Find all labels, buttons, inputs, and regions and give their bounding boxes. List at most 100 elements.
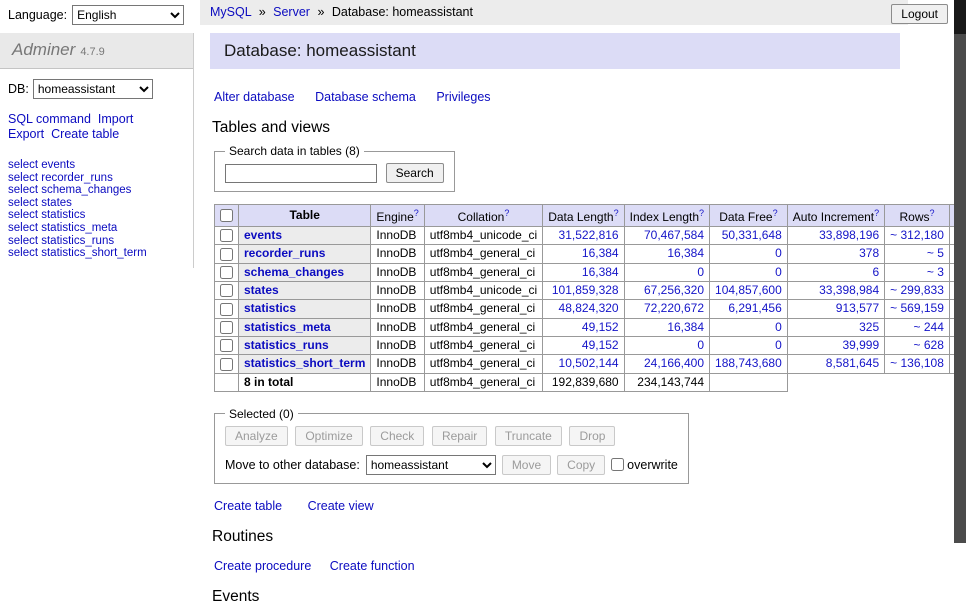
- rows-count-link[interactable]: ~ 569,159: [890, 301, 944, 315]
- sidebar-table-link-states[interactable]: select states: [8, 197, 185, 210]
- row-checkbox[interactable]: [220, 229, 233, 242]
- table-name-link[interactable]: statistics_runs: [244, 338, 329, 352]
- help-link[interactable]: ?: [699, 208, 704, 218]
- rows-count-link[interactable]: ~ 299,833: [890, 283, 944, 297]
- database-schema-link[interactable]: Database schema: [315, 90, 416, 104]
- table-name-link[interactable]: schema_changes: [244, 265, 344, 279]
- sidebar-table-link-statistics-runs[interactable]: select statistics_runs: [8, 235, 185, 248]
- analyze-button[interactable]: Analyze: [225, 426, 288, 446]
- data-free-link[interactable]: 0: [775, 246, 782, 260]
- rows-count-link[interactable]: ~ 312,180: [890, 228, 944, 242]
- data-free-link[interactable]: 0: [775, 320, 782, 334]
- auto-increment-link[interactable]: 6: [872, 265, 879, 279]
- sidebar-table-link-schema-changes[interactable]: select schema_changes: [8, 184, 185, 197]
- create-table-link[interactable]: Create table: [214, 499, 282, 513]
- table-name-link[interactable]: statistics_meta: [244, 320, 331, 334]
- index-length-link[interactable]: 16,384: [667, 320, 704, 334]
- auto-increment-link[interactable]: 33,398,984: [819, 283, 879, 297]
- data-free-link[interactable]: 6,291,456: [728, 301, 781, 315]
- adminer-logo-link[interactable]: Adminer: [12, 40, 75, 59]
- sidebar-link-create-table[interactable]: Create table: [51, 127, 119, 141]
- row-checkbox[interactable]: [220, 266, 233, 279]
- search-input[interactable]: [225, 164, 377, 183]
- overwrite-checkbox[interactable]: [611, 458, 624, 471]
- auto-increment-link[interactable]: 8,581,645: [826, 356, 879, 370]
- index-length-link[interactable]: 67,256,320: [644, 283, 704, 297]
- create-procedure-link[interactable]: Create procedure: [214, 559, 311, 573]
- auto-increment-link[interactable]: 325: [859, 320, 879, 334]
- repair-button[interactable]: Repair: [432, 426, 487, 446]
- help-link[interactable]: ?: [874, 208, 879, 218]
- table-name-link[interactable]: recorder_runs: [244, 246, 325, 260]
- row-checkbox[interactable]: [220, 358, 233, 371]
- sidebar-table-link-statistics-meta[interactable]: select statistics_meta: [8, 222, 185, 235]
- create-view-link[interactable]: Create view: [308, 499, 374, 513]
- copy-button[interactable]: Copy: [557, 455, 605, 475]
- data-length-link[interactable]: 10,502,144: [559, 356, 619, 370]
- rows-count-link[interactable]: ~ 136,108: [890, 356, 944, 370]
- data-free-link[interactable]: 0: [775, 265, 782, 279]
- help-link[interactable]: ?: [930, 208, 935, 218]
- select-all-checkbox[interactable]: [220, 209, 233, 222]
- row-checkbox[interactable]: [220, 248, 233, 261]
- index-length-link[interactable]: 0: [697, 265, 704, 279]
- data-length-link[interactable]: 49,152: [582, 320, 619, 334]
- row-checkbox[interactable]: [220, 284, 233, 297]
- data-free-link[interactable]: 104,857,600: [715, 283, 782, 297]
- db-select[interactable]: homeassistant: [33, 79, 153, 99]
- auto-increment-link[interactable]: 913,577: [836, 301, 879, 315]
- sidebar-table-link-events[interactable]: select events: [8, 159, 185, 172]
- rows-count-link[interactable]: ~ 5: [927, 246, 944, 260]
- row-checkbox[interactable]: [220, 339, 233, 352]
- optimize-button[interactable]: Optimize: [295, 426, 362, 446]
- data-length-link[interactable]: 101,859,328: [552, 283, 619, 297]
- alter-database-link[interactable]: Alter database: [214, 90, 295, 104]
- drop-button[interactable]: Drop: [569, 426, 615, 446]
- data-length-link[interactable]: 16,384: [582, 246, 619, 260]
- data-length-link[interactable]: 16,384: [582, 265, 619, 279]
- index-length-link[interactable]: 0: [697, 338, 704, 352]
- index-length-link[interactable]: 16,384: [667, 246, 704, 260]
- table-name-link[interactable]: events: [244, 228, 282, 242]
- data-length-link[interactable]: 49,152: [582, 338, 619, 352]
- auto-increment-link[interactable]: 39,999: [842, 338, 879, 352]
- sidebar-table-link-statistics-short-term[interactable]: select statistics_short_term: [8, 247, 185, 260]
- auto-increment-link[interactable]: 33,898,196: [819, 228, 879, 242]
- rows-count-link[interactable]: ~ 628: [914, 338, 944, 352]
- help-link[interactable]: ?: [773, 208, 778, 218]
- breadcrumb-link-server[interactable]: Server: [273, 5, 310, 19]
- check-button[interactable]: Check: [370, 426, 424, 446]
- index-length-link[interactable]: 24,166,400: [644, 356, 704, 370]
- privileges-link[interactable]: Privileges: [436, 90, 490, 104]
- scrollbar-thumb[interactable]: [954, 0, 966, 34]
- sidebar-link-sql-command[interactable]: SQL command: [8, 112, 91, 126]
- data-free-link[interactable]: 188,743,680: [715, 356, 782, 370]
- breadcrumb-link-mysql[interactable]: MySQL: [210, 5, 251, 19]
- help-link[interactable]: ?: [614, 208, 619, 218]
- move-db-select[interactable]: homeassistant: [366, 455, 496, 475]
- sidebar-link-import[interactable]: Import: [98, 112, 133, 126]
- scrollbar[interactable]: [954, 0, 966, 543]
- help-link[interactable]: ?: [504, 208, 509, 218]
- data-length-link[interactable]: 31,522,816: [559, 228, 619, 242]
- sidebar-table-link-statistics[interactable]: select statistics: [8, 209, 185, 222]
- move-button[interactable]: Move: [502, 455, 551, 475]
- index-length-link[interactable]: 72,220,672: [644, 301, 704, 315]
- row-checkbox[interactable]: [220, 303, 233, 316]
- table-name-link[interactable]: statistics_short_term: [244, 356, 365, 370]
- data-length-link[interactable]: 48,824,320: [559, 301, 619, 315]
- create-function-link[interactable]: Create function: [330, 559, 415, 573]
- data-free-link[interactable]: 50,331,648: [722, 228, 782, 242]
- sidebar-link-export[interactable]: Export: [8, 127, 44, 141]
- rows-count-link[interactable]: ~ 3: [927, 265, 944, 279]
- truncate-button[interactable]: Truncate: [495, 426, 562, 446]
- language-select[interactable]: English: [72, 5, 184, 25]
- help-link[interactable]: ?: [414, 208, 419, 218]
- table-name-link[interactable]: statistics: [244, 301, 296, 315]
- table-name-link[interactable]: states: [244, 283, 279, 297]
- search-button[interactable]: Search: [386, 163, 444, 183]
- sidebar-table-link-recorder-runs[interactable]: select recorder_runs: [8, 172, 185, 185]
- row-checkbox[interactable]: [220, 321, 233, 334]
- rows-count-link[interactable]: ~ 244: [914, 320, 944, 334]
- index-length-link[interactable]: 70,467,584: [644, 228, 704, 242]
